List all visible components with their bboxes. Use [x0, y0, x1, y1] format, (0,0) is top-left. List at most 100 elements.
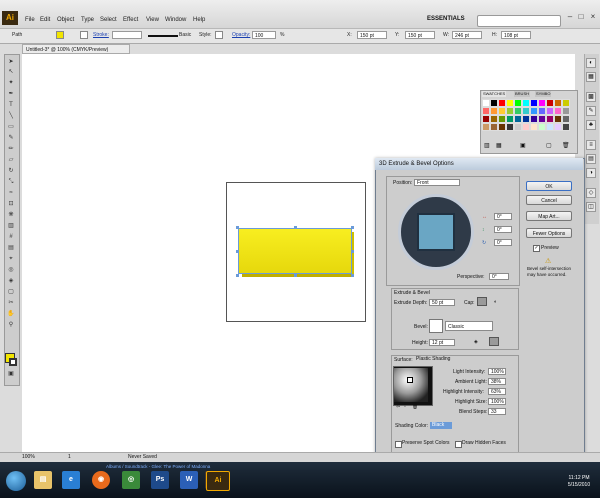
swatch[interactable]: [538, 123, 546, 131]
swatch[interactable]: [506, 99, 514, 107]
swatch[interactable]: [522, 123, 530, 131]
selection-handle[interactable]: [351, 250, 354, 253]
zoom-tool-icon[interactable]: ⚲: [6, 321, 16, 329]
menu-view[interactable]: View: [146, 17, 159, 23]
menu-effect[interactable]: Effect: [123, 17, 138, 23]
swatch[interactable]: [506, 115, 514, 123]
swatch[interactable]: [530, 123, 538, 131]
swatch[interactable]: [490, 123, 498, 131]
menu-file[interactable]: File: [25, 17, 35, 23]
style-swatch[interactable]: [215, 31, 223, 39]
w-field[interactable]: 246 pt: [452, 31, 482, 39]
delete-swatch-icon[interactable]: 🗑: [562, 142, 570, 149]
rotate-y-field[interactable]: 0°: [494, 226, 512, 233]
menu-window[interactable]: Window: [165, 17, 186, 23]
bevel-extent-in-icon[interactable]: [489, 337, 499, 346]
brush-name[interactable]: Basic: [179, 32, 191, 38]
tab-swatches[interactable]: SWATCHES: [482, 91, 507, 97]
selection-handle[interactable]: [294, 274, 297, 277]
h-field[interactable]: 108 pt: [501, 31, 531, 39]
shading-color-select[interactable]: Black: [430, 422, 452, 429]
map-art-button[interactable]: Map Art...: [526, 211, 572, 221]
swatch-grid[interactable]: [482, 99, 574, 131]
blend-steps-field[interactable]: 33: [488, 408, 506, 415]
draw-hidden-checkbox[interactable]: [455, 441, 462, 448]
swatch-library-icon[interactable]: ▥: [484, 142, 490, 149]
rectangle-tool-icon[interactable]: ▭: [6, 123, 16, 131]
swatch[interactable]: [482, 107, 490, 115]
swatch[interactable]: [554, 99, 562, 107]
selection-handle[interactable]: [351, 226, 354, 229]
artboard-number[interactable]: 1: [68, 454, 71, 460]
artboard-tool-icon[interactable]: ▢: [6, 288, 16, 296]
selection-tool-icon[interactable]: ➤: [6, 58, 16, 66]
swatch[interactable]: [498, 123, 506, 131]
perspective-field[interactable]: 0°: [489, 273, 509, 280]
swatch[interactable]: [562, 107, 570, 115]
highlight-intensity-field[interactable]: 63%: [488, 388, 506, 395]
new-color-group-icon[interactable]: ▣: [520, 142, 526, 149]
stroke-color-icon[interactable]: [9, 358, 17, 366]
height-field[interactable]: 12 pt: [429, 339, 455, 346]
swatch[interactable]: [498, 115, 506, 123]
brushes-panel-icon[interactable]: ✎: [586, 106, 596, 116]
swatch[interactable]: [530, 107, 538, 115]
x-field[interactable]: 150 pt: [357, 31, 387, 39]
swatch[interactable]: [530, 99, 538, 107]
start-button[interactable]: [6, 471, 26, 491]
opacity-field[interactable]: 100: [252, 31, 276, 39]
close-icon[interactable]: ×: [588, 12, 598, 22]
stroke-weight-field[interactable]: [112, 31, 142, 39]
swatch[interactable]: [538, 115, 546, 123]
new-swatch-icon[interactable]: ▢: [546, 142, 552, 149]
delete-light-icon[interactable]: 🗑: [412, 404, 418, 410]
fill-swatch[interactable]: [56, 31, 64, 39]
y-field[interactable]: 150 pt: [405, 31, 435, 39]
swatch[interactable]: [482, 99, 490, 107]
swatch[interactable]: [514, 115, 522, 123]
slice-tool-icon[interactable]: ✂: [6, 299, 16, 307]
lighting-sphere[interactable]: [394, 368, 428, 402]
swatch[interactable]: [498, 99, 506, 107]
pencil-tool-icon[interactable]: ✏: [6, 145, 16, 153]
eraser-tool-icon[interactable]: ▱: [6, 156, 16, 164]
eyedropper-tool-icon[interactable]: ⌖: [6, 255, 16, 263]
opacity-link[interactable]: Opacity:: [232, 32, 250, 38]
rotate-x-field[interactable]: 0°: [494, 213, 512, 220]
swatch[interactable]: [554, 123, 562, 131]
selection-handle[interactable]: [351, 274, 354, 277]
swatch[interactable]: [522, 107, 530, 115]
swatch[interactable]: [562, 123, 570, 131]
selection-handle[interactable]: [236, 226, 239, 229]
hand-tool-icon[interactable]: ✋: [6, 310, 16, 318]
transparency-panel-icon[interactable]: ◑: [586, 168, 596, 178]
maximize-icon[interactable]: □: [576, 12, 586, 22]
swatches-panel-icon[interactable]: ▩: [586, 92, 596, 102]
new-light-icon[interactable]: ▫: [404, 404, 406, 410]
gradient-panel-icon[interactable]: ▤: [586, 154, 596, 164]
cap-on-icon[interactable]: [477, 297, 487, 306]
stroke-panel-icon[interactable]: ≡: [586, 140, 596, 150]
tab-symbols[interactable]: SYMBO: [535, 91, 552, 97]
scale-tool-icon[interactable]: ⤡: [6, 178, 16, 186]
move-light-back-icon[interactable]: ⇦: [396, 404, 400, 410]
cancel-button[interactable]: Cancel: [526, 195, 572, 205]
app-icon[interactable]: ◎: [122, 471, 140, 489]
mesh-tool-icon[interactable]: #: [6, 233, 16, 241]
position-select[interactable]: Front: [414, 179, 460, 186]
type-tool-icon[interactable]: T: [6, 101, 16, 109]
ok-button[interactable]: OK: [526, 181, 572, 191]
menu-object[interactable]: Object: [57, 17, 74, 23]
light-source-handle[interactable]: [407, 377, 413, 383]
surface-select[interactable]: Plastic Shading: [414, 356, 456, 363]
menu-type[interactable]: Type: [81, 17, 94, 23]
magic-wand-tool-icon[interactable]: ✦: [6, 79, 16, 87]
color-guide-icon[interactable]: ▦: [586, 72, 596, 82]
swatch[interactable]: [482, 115, 490, 123]
selection-handle[interactable]: [294, 226, 297, 229]
fewer-options-button[interactable]: Fewer Options: [526, 228, 572, 238]
swatch[interactable]: [538, 99, 546, 107]
preview-checkbox[interactable]: ✓: [533, 245, 540, 252]
swatch[interactable]: [530, 115, 538, 123]
internet-explorer-icon[interactable]: e: [62, 471, 80, 489]
